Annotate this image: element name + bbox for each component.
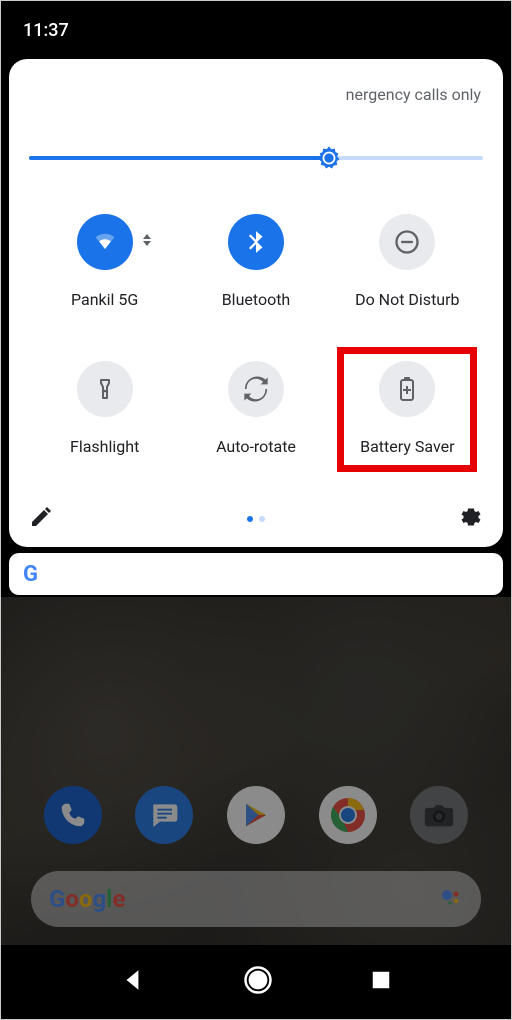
status-time: 11:37 [23, 20, 69, 41]
nav-home-button[interactable] [243, 965, 273, 999]
tile-autorotate[interactable]: Auto-rotate [186, 361, 326, 456]
gear-icon [459, 505, 483, 529]
google-g-icon: G [23, 562, 38, 587]
quick-settings-panel: nergency calls only Pankil 5G [9, 59, 503, 547]
tile-label: Do Not Disturb [355, 290, 459, 309]
dnd-icon [379, 214, 435, 270]
search-bar[interactable]: Google [31, 871, 481, 927]
tile-flashlight[interactable]: Flashlight [35, 361, 175, 456]
google-logo-icon: Google [49, 885, 126, 913]
tiles-grid: Pankil 5G Bluetooth Do Not Disturb Flash… [29, 214, 483, 456]
app-play-store[interactable] [227, 786, 285, 844]
chrome-icon [328, 795, 368, 835]
carrier-text: nergency calls only [29, 77, 483, 104]
tile-bluetooth[interactable]: Bluetooth [186, 214, 326, 309]
tile-label: Auto-rotate [216, 437, 296, 456]
tile-battery-saver[interactable]: Battery Saver [337, 361, 477, 456]
camera-icon [422, 798, 456, 832]
chevron-sort-icon[interactable] [141, 228, 153, 256]
messages-icon [148, 799, 180, 831]
app-phone[interactable] [44, 786, 102, 844]
settings-button[interactable] [459, 505, 483, 533]
phone-icon [58, 800, 88, 830]
brightness-slider[interactable] [29, 144, 483, 172]
app-chrome[interactable] [319, 786, 377, 844]
status-bar: 11:37 [1, 1, 511, 59]
edit-button[interactable] [29, 505, 53, 533]
page-dot-active [247, 516, 253, 522]
app-messages[interactable] [135, 786, 193, 844]
flashlight-icon [77, 361, 133, 417]
tile-wifi[interactable]: Pankil 5G [35, 214, 175, 309]
tile-label: Pankil 5G [71, 290, 138, 309]
slider-track [29, 156, 483, 160]
app-dock [1, 786, 511, 844]
back-icon [120, 967, 146, 993]
tile-label: Bluetooth [222, 290, 291, 309]
brightness-icon [315, 144, 343, 172]
nav-back-button[interactable] [120, 967, 146, 997]
wifi-icon [77, 214, 133, 270]
slider-fill [29, 156, 329, 160]
highlight-box [337, 347, 477, 472]
recents-icon [370, 969, 392, 991]
app-camera[interactable] [410, 786, 468, 844]
slider-thumb[interactable] [315, 144, 343, 172]
tile-dnd[interactable]: Do Not Disturb [337, 214, 477, 309]
qs-footer [29, 505, 483, 533]
autorotate-icon [228, 361, 284, 417]
nav-recents-button[interactable] [370, 969, 392, 995]
bluetooth-icon [228, 214, 284, 270]
page-indicator [247, 516, 265, 522]
system-nav-bar [1, 945, 511, 1019]
play-icon [241, 800, 271, 830]
pencil-icon [29, 505, 53, 529]
home-icon [243, 965, 273, 995]
page-dot [259, 516, 265, 522]
notification-card[interactable]: G [9, 553, 503, 595]
assistant-icon[interactable] [439, 885, 463, 913]
tile-label: Flashlight [70, 437, 139, 456]
